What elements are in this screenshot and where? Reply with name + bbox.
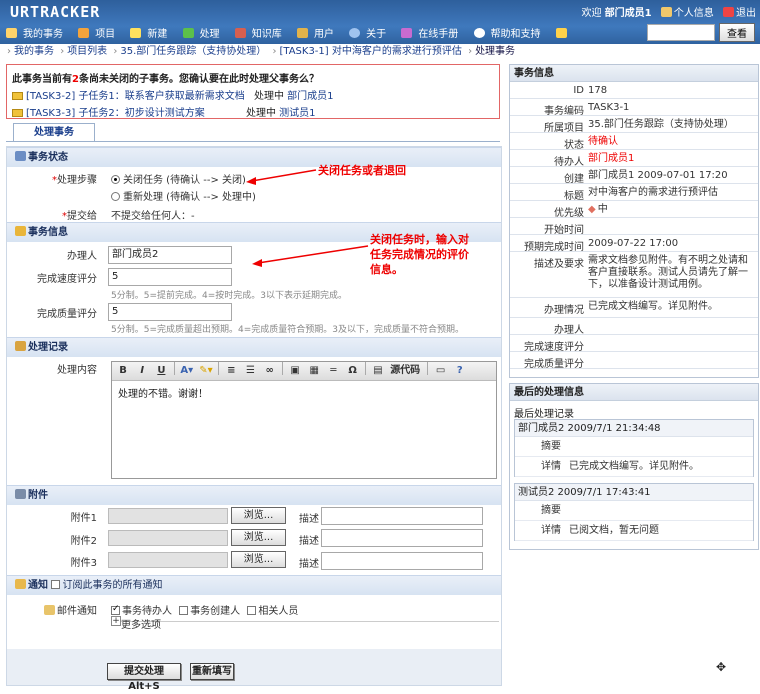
info-key: 标题 (564, 191, 584, 202)
info-row-handler: 办理人 (510, 318, 758, 336)
process-record: 测试员2 2009/7/1 17:43:41 摘要 详情 已阅文档，暂无问题 (514, 483, 754, 541)
record-detail-row: 详情 已阅文档，暂无问题 (515, 521, 753, 541)
info-key: 创建 (564, 174, 584, 185)
record-summary-row: 摘要 (515, 437, 753, 457)
info-row-progress: 办理情况 已完成文档编写。详见附件。 (510, 298, 758, 318)
task-info-panel: 事务信息 ID 178 事务编码 TASK3-1 所属项目 35.部门任务跟踪（支持协处理… (509, 64, 759, 378)
info-key: ID (573, 85, 584, 96)
info-key: 所属项目 (544, 123, 584, 134)
info-value: 2009-07-22 17:00 (588, 238, 679, 249)
info-row-code: 事务编码 TASK3-1 (510, 99, 758, 117)
info-row-priority: 优先级 ◆ 中 (510, 201, 758, 219)
info-value: 部门成员1 2009-07-01 17:20 (588, 170, 728, 181)
info-key: 优先级 (554, 208, 584, 219)
info-key: 待办人 (554, 157, 584, 168)
info-key: 预期完成时间 (524, 242, 584, 253)
info-key: 描述及要求 (534, 259, 584, 270)
info-key: 办理人 (554, 325, 584, 336)
info-key: 完成质量评分 (524, 359, 584, 370)
info-key: 完成速度评分 (524, 342, 584, 353)
info-row-title: 标题 对中海客户的需求进行预评估 (510, 184, 758, 202)
info-value: 178 (588, 85, 608, 96)
record-detail-row: 详情 已完成文档编写。详见附件。 (515, 457, 753, 477)
info-row-created: 创建 部门成员1 2009-07-01 17:20 (510, 167, 758, 185)
info-value: 已完成文档编写。详见附件。 (588, 301, 718, 312)
info-key: 开始时间 (544, 225, 584, 236)
annotation-close-or-return: 关闭任务或者退回 (318, 164, 406, 177)
process-record: 部门成员2 2009/7/1 21:34:48 摘要 详情 已完成文档编写。详见附… (514, 419, 754, 477)
task-info-title: 事务信息 (510, 65, 758, 82)
last-process-title: 最后的处理信息 (510, 384, 758, 401)
last-process-panel: 最后的处理信息 最后处理记录 部门成员2 2009/7/1 21:34:48 摘… (509, 383, 759, 550)
info-row-due: 预期完成时间 2009-07-22 17:00 (510, 235, 758, 253)
info-value: 需求文档参见附件。有不明之处请和客户直接联系。测试人员请先了解一下，以准备设计测… (588, 255, 748, 290)
last-process-subtitle: 最后处理记录 (514, 409, 574, 420)
info-row-quality-score: 完成质量评分 (510, 352, 758, 370)
info-row-project: 所属项目 35.部门任务跟踪（支持协处理） (510, 116, 758, 134)
move-cursor-icon: ✥ (716, 660, 727, 674)
info-key: 状态 (564, 140, 584, 151)
info-value: TASK3-1 (588, 102, 630, 113)
info-row-id: ID 178 (510, 82, 758, 99)
info-row-assignee: 待办人 部门成员1 (510, 150, 758, 168)
info-key: 办理情况 (544, 305, 584, 316)
info-value: 待确认 (588, 136, 618, 147)
annotation-evaluation: 关闭任务时，输入对 任务完成情况的评价 信息。 (370, 233, 469, 276)
info-row-start: 开始时间 (510, 218, 758, 236)
info-row-status: 状态 待确认 (510, 133, 758, 151)
info-value: 部门成员1 (588, 153, 635, 164)
priority-icon: ◆ (588, 204, 596, 215)
record-head: 部门成员2 2009/7/1 21:34:48 (515, 420, 753, 437)
info-value: ◆ 中 (588, 204, 608, 215)
info-value: 35.部门任务跟踪（支持协处理） (588, 119, 734, 130)
info-row-speed-score: 完成速度评分 (510, 335, 758, 353)
record-summary-row: 摘要 (515, 501, 753, 521)
record-head: 测试员2 2009/7/1 17:43:41 (515, 484, 753, 501)
info-row-description: 描述及要求 需求文档参见附件。有不明之处请和客户直接联系。测试人员请先了解一下，以… (510, 252, 758, 298)
info-key: 事务编码 (544, 106, 584, 117)
info-value: 对中海客户的需求进行预评估 (588, 187, 718, 198)
